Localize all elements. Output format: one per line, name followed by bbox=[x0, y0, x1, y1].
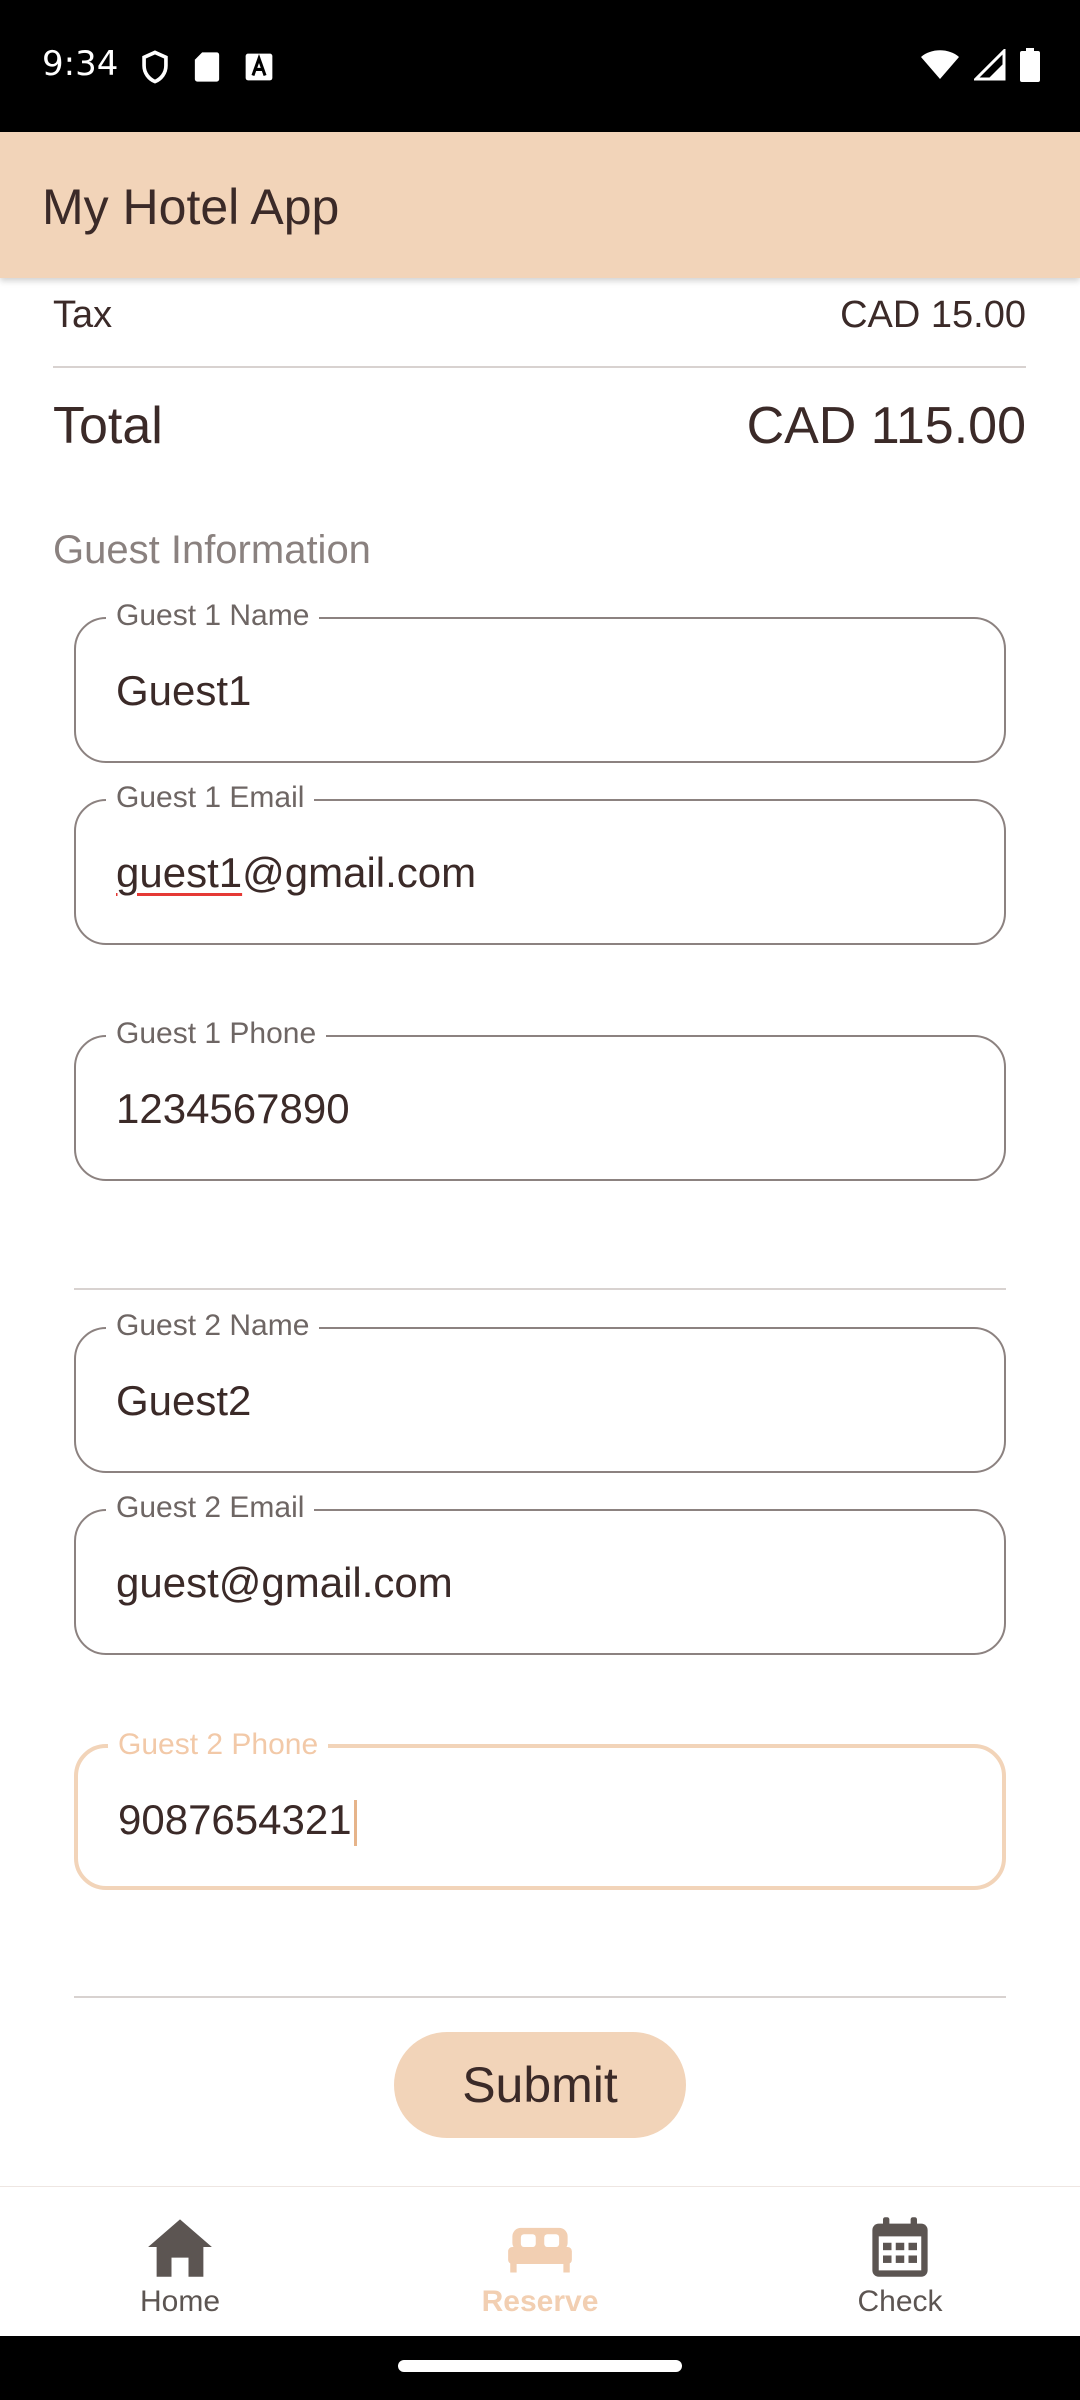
total-label: Total bbox=[53, 397, 163, 455]
home-gesture-handle[interactable] bbox=[398, 2360, 682, 2372]
tax-value: CAD 15.00 bbox=[840, 294, 1026, 336]
nav-check[interactable]: Check bbox=[720, 2187, 1080, 2337]
status-icons-right bbox=[920, 48, 1040, 82]
guest1-phone-label: Guest 1 Phone bbox=[106, 1017, 327, 1051]
status-bar: 9:34 bbox=[0, 0, 1080, 132]
submit-button[interactable]: Submit bbox=[394, 2032, 686, 2138]
guest2-phone-field[interactable]: Guest 2 Phone 9087654321 bbox=[74, 1728, 1006, 1890]
spellcheck-word[interactable]: guest1 bbox=[116, 849, 242, 896]
reservation-content[interactable]: Tax CAD 15.00 Total CAD 115.00 Guest Inf… bbox=[0, 278, 1080, 2186]
guest2-name-label: Guest 2 Name bbox=[106, 1309, 320, 1343]
guest1-name-value: Guest1 bbox=[116, 667, 252, 714]
guest1-name-label: Guest 1 Name bbox=[106, 599, 320, 633]
font-a-icon bbox=[245, 53, 273, 81]
form-divider bbox=[74, 1996, 1006, 1998]
guest1-email-value: guest1@gmail.com bbox=[116, 849, 476, 897]
text-caret bbox=[353, 1799, 357, 1846]
guest2-phone-label: Guest 2 Phone bbox=[108, 1728, 329, 1762]
guest1-email-field[interactable]: Guest 1 Email guest1@gmail.com bbox=[74, 781, 1006, 945]
calendar-icon bbox=[872, 2217, 928, 2277]
bottom-nav: Home Reserve Check bbox=[0, 2186, 1080, 2336]
home-icon bbox=[148, 2219, 212, 2277]
nav-check-label: Check bbox=[857, 2285, 943, 2318]
guest-divider bbox=[74, 1288, 1006, 1290]
nav-reserve[interactable]: Reserve bbox=[360, 2187, 720, 2337]
app-bar: My Hotel App bbox=[0, 132, 1080, 278]
gesture-bar bbox=[0, 2336, 1080, 2400]
summary-divider bbox=[53, 366, 1026, 368]
guest2-email-field[interactable]: Guest 2 Email guest@gmail.com bbox=[74, 1491, 1006, 1655]
guest2-phone-value: 9087654321 bbox=[118, 1796, 357, 1846]
guest1-email-label: Guest 1 Email bbox=[106, 781, 315, 815]
guest-info-title: Guest Information bbox=[53, 528, 371, 572]
guest1-email-domain: @gmail.com bbox=[242, 849, 477, 896]
status-time: 9:34 bbox=[42, 44, 119, 84]
guest1-name-field[interactable]: Guest 1 Name Guest1 bbox=[74, 599, 1006, 763]
status-icons-left bbox=[140, 50, 274, 84]
nav-reserve-label: Reserve bbox=[481, 2285, 599, 2318]
total-value: CAD 115.00 bbox=[746, 397, 1026, 455]
guest1-phone-field[interactable]: Guest 1 Phone 1234567890 bbox=[74, 1017, 1006, 1181]
guest2-phone-text: 9087654321 bbox=[118, 1796, 352, 1843]
app-title: My Hotel App bbox=[42, 179, 340, 235]
nav-home-label: Home bbox=[139, 2285, 221, 2318]
wifi-icon bbox=[921, 50, 959, 79]
guest1-phone-value: 1234567890 bbox=[116, 1085, 350, 1132]
bed-icon bbox=[508, 2227, 572, 2273]
nav-home[interactable]: Home bbox=[0, 2187, 360, 2337]
guest2-name-field[interactable]: Guest 2 Name Guest2 bbox=[74, 1309, 1006, 1473]
guest2-email-label: Guest 2 Email bbox=[106, 1491, 315, 1525]
tax-label: Tax bbox=[53, 294, 113, 336]
shield-icon bbox=[142, 50, 168, 84]
guest2-name-value: Guest2 bbox=[116, 1377, 252, 1424]
battery-icon bbox=[1020, 48, 1040, 82]
guest2-email-value: guest@gmail.com bbox=[116, 1559, 453, 1606]
signal-icon bbox=[974, 49, 1006, 81]
sd-card-icon bbox=[194, 52, 220, 82]
